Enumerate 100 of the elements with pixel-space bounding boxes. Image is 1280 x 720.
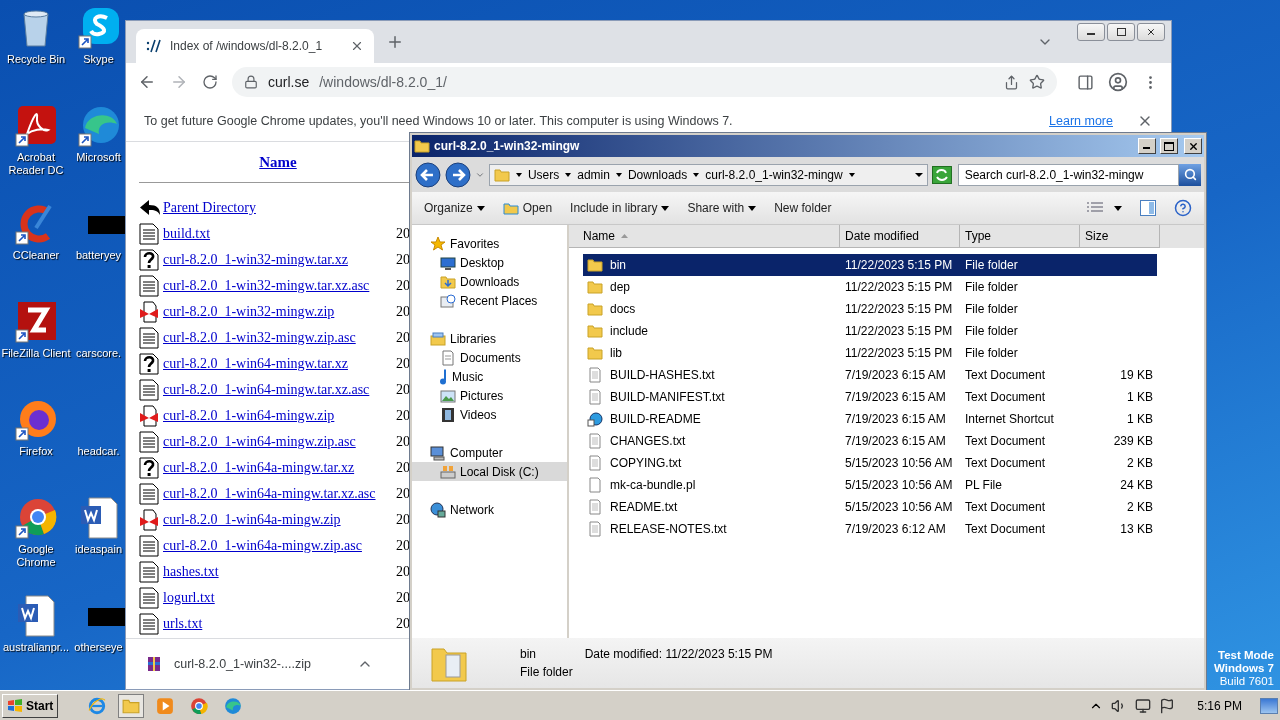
nav-pane-item[interactable]: Local Disk (C:) [412, 462, 567, 481]
column-header[interactable]: Name [569, 225, 840, 248]
share-icon[interactable] [1004, 74, 1019, 90]
chrome-icon[interactable] [14, 496, 58, 540]
nav-pane-item[interactable]: Downloads [412, 272, 567, 291]
toolbar-command[interactable]: New folder [774, 201, 832, 215]
nav-pane-item[interactable]: Favorites [412, 234, 567, 253]
reload-button[interactable] [202, 74, 218, 90]
desktop-icon-label[interactable]: carscore. [75, 347, 122, 360]
nav-pane-item[interactable]: Desktop [412, 253, 567, 272]
caret-icon[interactable] [515, 171, 522, 178]
nav-pane-item[interactable]: Libraries [412, 329, 567, 348]
caret-icon[interactable] [615, 171, 622, 178]
minimize-button[interactable] [1077, 23, 1105, 41]
desktop-icon-label[interactable]: Skype [83, 53, 114, 66]
nav-pane-item[interactable]: Network [412, 500, 567, 519]
preview-pane-icon[interactable] [1140, 200, 1156, 216]
desktop-icon-label[interactable]: batteryey [75, 249, 122, 262]
taskbar-button[interactable] [118, 693, 145, 718]
desktop-icon-label[interactable]: Firefox [19, 445, 53, 458]
new-tab-icon[interactable] [386, 33, 404, 51]
file-link[interactable]: curl-8.2.0_1-win64-mingw.zip [163, 408, 396, 424]
file-link[interactable]: hashes.txt [163, 564, 396, 580]
file-row[interactable]: BUILD-HASHES.txt 7/19/2023 6:15 AM Text Document 19 KB [583, 364, 1157, 386]
name-column-link[interactable]: Name [143, 154, 413, 171]
file-row[interactable]: include 11/22/2023 5:15 PM File folder [583, 320, 1157, 342]
file-row[interactable]: BUILD-MANIFEST.txt 7/19/2023 6:15 AM Text Document 1 KB [583, 386, 1157, 408]
filezilla-icon[interactable] [14, 300, 58, 344]
file-row[interactable]: mk-ca-bundle.pl 5/15/2023 10:56 AM PL File 24 KB [583, 474, 1157, 496]
restore-button[interactable] [1107, 23, 1135, 41]
toolbar-command[interactable]: Include in library [570, 201, 670, 215]
search-field[interactable]: Search curl-8.2.0_1-win32-mingw [957, 163, 1179, 186]
skype-icon[interactable] [76, 6, 121, 50]
desktop-icon-label[interactable]: Recycle Bin [6, 53, 66, 66]
nav-pane-item[interactable]: Documents [412, 348, 567, 367]
desktop-icon-label[interactable]: CCleaner [12, 249, 60, 262]
learn-more-link[interactable]: Learn more [1049, 114, 1113, 128]
file-row[interactable]: README.txt 5/15/2023 10:56 AM Text Document 2 KB [583, 496, 1157, 518]
breadcrumb-item[interactable]: Users [527, 167, 560, 182]
maximize-button[interactable] [1160, 138, 1178, 154]
desktop-icon-label[interactable]: ideaspain [74, 543, 123, 556]
back-button[interactable] [138, 73, 156, 91]
desktop-icon-label[interactable]: otherseye [74, 641, 123, 654]
desktop-icon-label[interactable]: Acrobat Reader DC [0, 151, 72, 177]
firefox-icon[interactable] [14, 398, 58, 442]
file-link[interactable]: urls.txt [163, 616, 396, 632]
parent-directory-link[interactable]: Parent Directory [163, 200, 396, 216]
back-button[interactable] [415, 161, 441, 188]
breadcrumb-item[interactable]: Downloads [627, 167, 688, 182]
forward-button[interactable] [444, 161, 471, 188]
breadcrumb-item[interactable]: curl-8.2.0_1-win32-mingw [705, 167, 843, 182]
bookmark-star-icon[interactable] [1029, 74, 1045, 90]
edge-icon[interactable] [76, 104, 121, 148]
file-link[interactable]: curl-8.2.0_1-win64a-mingw.zip.asc [163, 538, 396, 554]
caret-icon[interactable] [848, 171, 855, 178]
caret-icon[interactable] [565, 171, 572, 178]
file-link[interactable]: curl-8.2.0_1-win64a-mingw.tar.xz [163, 460, 396, 476]
toolbar-command[interactable]: Open [502, 201, 553, 215]
file-link[interactable]: curl-8.2.0_1-win64a-mingw.zip [163, 512, 396, 528]
file-link[interactable]: curl-8.2.0_1-win64-mingw.tar.xz.asc [163, 382, 396, 398]
breadcrumb-item[interactable]: admin [577, 167, 610, 182]
file-link[interactable]: curl-8.2.0_1-win32-mingw.zip.asc [163, 330, 396, 346]
file-row[interactable]: BUILD-README 7/19/2023 6:15 AM Internet Shortcut 1 KB [583, 408, 1157, 430]
desktop-icon-label[interactable]: australianpr... [2, 641, 69, 654]
file-row[interactable]: CHANGES.txt 7/19/2023 6:15 AM Text Document 239 KB [583, 430, 1157, 452]
address-bar[interactable]: curl.se /windows/dl-8.2.0_1/ [232, 67, 1057, 97]
desktop-icon-label[interactable]: FileZilla Client [1, 347, 71, 360]
help-icon[interactable] [1174, 199, 1192, 217]
desktop-icon-label[interactable]: Google Chrome [0, 543, 72, 569]
clock[interactable]: 5:16 PM [1197, 698, 1242, 713]
browser-tab[interactable]: Index of /windows/dl-8.2.0_1 [136, 29, 374, 63]
dropdown-caret-icon[interactable] [914, 171, 923, 178]
desktop-icon-label[interactable]: Microsoft [76, 151, 121, 164]
file-row[interactable]: bin 11/22/2023 5:15 PM File folder [583, 254, 1157, 276]
nav-pane-item[interactable]: Pictures [412, 386, 567, 405]
nav-pane-item[interactable]: Videos [412, 405, 567, 424]
profile-icon[interactable] [1108, 72, 1128, 92]
close-tab-icon[interactable] [350, 39, 364, 53]
download-filename[interactable]: curl-8.2.0_1-win32-....zip [174, 657, 311, 671]
start-button[interactable]: Start [2, 693, 59, 718]
file-row[interactable]: docs 11/22/2023 5:15 PM File folder [583, 298, 1157, 320]
file-link[interactable]: curl-8.2.0_1-win64a-mingw.tar.xz.asc [163, 486, 396, 502]
side-panel-icon[interactable] [1077, 73, 1094, 91]
show-desktop-button[interactable] [1260, 697, 1278, 714]
file-link[interactable]: logurl.txt [163, 590, 396, 606]
nav-pane-item[interactable]: Music [412, 367, 567, 386]
column-header[interactable]: Size [1080, 225, 1160, 248]
file-row[interactable]: lib 11/22/2023 5:15 PM File folder [583, 342, 1157, 364]
file-link[interactable]: curl-8.2.0_1-win32-mingw.tar.xz [163, 252, 396, 268]
search-button[interactable] [1179, 163, 1201, 186]
column-header[interactable]: Date modified [840, 225, 960, 248]
file-link[interactable]: curl-8.2.0_1-win64-mingw.zip.asc [163, 434, 396, 450]
file-row[interactable]: dep 11/22/2023 5:15 PM File folder [583, 276, 1157, 298]
file-link[interactable]: curl-8.2.0_1-win32-mingw.zip [163, 304, 396, 320]
file-link[interactable]: curl-8.2.0_1-win64-mingw.tar.xz [163, 356, 396, 372]
caret-icon[interactable] [1114, 205, 1122, 211]
nav-pane-item[interactable]: Recent Places [412, 291, 567, 310]
refresh-button[interactable] [931, 165, 952, 184]
file-row[interactable]: COPYING.txt 5/15/2023 10:56 AM Text Document 2 KB [583, 452, 1157, 474]
toolbar-command[interactable]: Organize [424, 201, 485, 215]
